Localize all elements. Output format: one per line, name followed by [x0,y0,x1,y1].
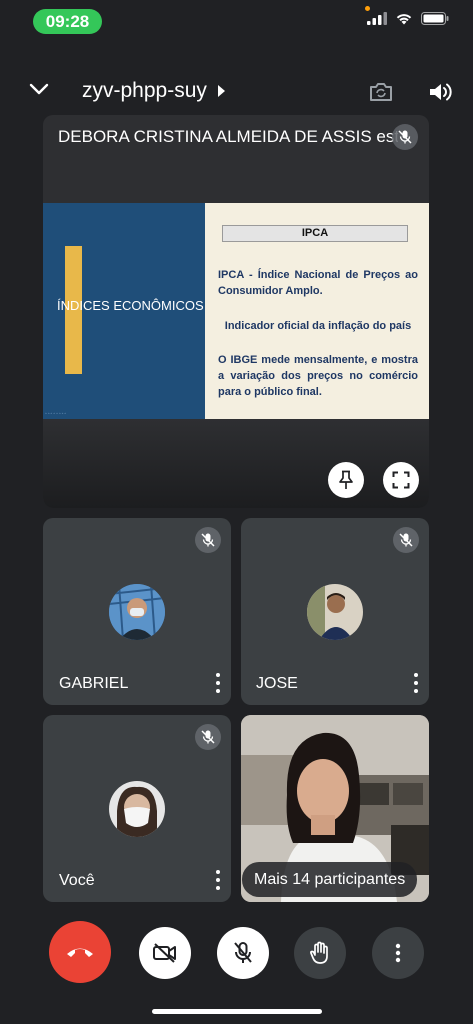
status-icons [367,12,449,25]
participant-name: JOSE [256,675,298,692]
avatar [109,584,165,640]
tile-bottom-shade [43,419,429,508]
participant-name: Você [59,872,95,889]
speaker-icon [430,83,452,101]
participant-tile-gabriel[interactable]: GABRIEL [43,518,231,705]
slide-paragraph-1: IPCA - Índice Nacional de Preços ao Cons… [218,269,418,297]
participant-options-button[interactable] [211,673,225,693]
presentation-tile[interactable]: DEBORA CRISTINA ALMEIDA DE ASSIS está ap… [43,115,429,508]
participant-name: GABRIEL [59,675,129,692]
wifi-icon [396,14,412,25]
mic-off-icon [234,942,252,963]
more-vert-icon [414,673,418,677]
avatar [109,781,165,837]
mic-off-icon [399,533,413,547]
more-vert-icon [216,870,220,874]
caret-right-icon [217,85,225,97]
mic-off-icon [201,533,215,547]
more-vert-icon [216,673,220,677]
more-options-button[interactable] [372,927,424,979]
slide-paragraph-3: O IBGE mede mensalmente, e mostra a vari… [218,354,418,398]
participant-muted-badge [393,527,419,553]
meeting-code: zyv-phpp-suy [82,79,207,102]
fullscreen-icon [392,471,410,489]
participant-options-button[interactable] [409,673,423,693]
slide-section-title: ÍNDICES ECONÔMICOS [57,298,204,313]
slide-left-panel: ÍNDICES ECONÔMICOS ◦◦◦◦◦◦◦◦ [43,203,205,419]
more-vert-icon [395,943,401,963]
presenter-label: DEBORA CRISTINA ALMEIDA DE ASSIS está ap… [58,127,398,146]
video-off-icon [153,943,176,963]
audio-output-button[interactable] [428,80,454,104]
fullscreen-button[interactable] [383,462,419,498]
cellular-signal-icon [367,12,387,25]
mic-off-icon [201,730,215,744]
participant-muted-badge [195,527,221,553]
mic-off-icon [398,130,412,144]
avatar [307,584,363,640]
participant-tile-jose[interactable]: JOSE [241,518,429,705]
end-call-button[interactable] [49,921,111,983]
chevron-down-icon [29,83,49,95]
privacy-indicator-dot [365,6,370,11]
pin-icon [339,470,353,489]
switch-camera-button[interactable] [368,80,394,104]
raise-hand-button[interactable] [294,927,346,979]
more-participants-label[interactable]: Mais 14 participantes [242,862,418,897]
call-end-icon [67,948,93,957]
collapse-button[interactable] [28,82,54,102]
battery-icon [421,12,449,25]
switch-camera-icon [370,83,392,101]
slide-nav-dots: ◦◦◦◦◦◦◦◦ [45,411,68,417]
pin-button[interactable] [328,462,364,498]
slide-right-panel: IPCA IPCA - Índice Nacional de Preços ao… [205,203,429,419]
meeting-code-button[interactable]: zyv-phpp-suy [82,79,226,103]
shared-slide: ÍNDICES ECONÔMICOS ◦◦◦◦◦◦◦◦ IPCA IPCA - … [43,203,429,419]
mic-toggle-button[interactable] [217,927,269,979]
home-indicator[interactable] [152,1009,322,1014]
participant-options-button[interactable] [211,870,225,890]
participant-tile-self[interactable]: Você [43,715,231,902]
camera-toggle-button[interactable] [139,927,191,979]
slide-heading: IPCA [222,225,408,242]
presenter-muted-badge [392,124,418,150]
slide-paragraph-2: Indicador oficial da inflação do país [224,320,412,332]
hand-icon [310,941,328,964]
participant-muted-badge [195,724,221,750]
status-time: 09:28 [33,9,102,34]
